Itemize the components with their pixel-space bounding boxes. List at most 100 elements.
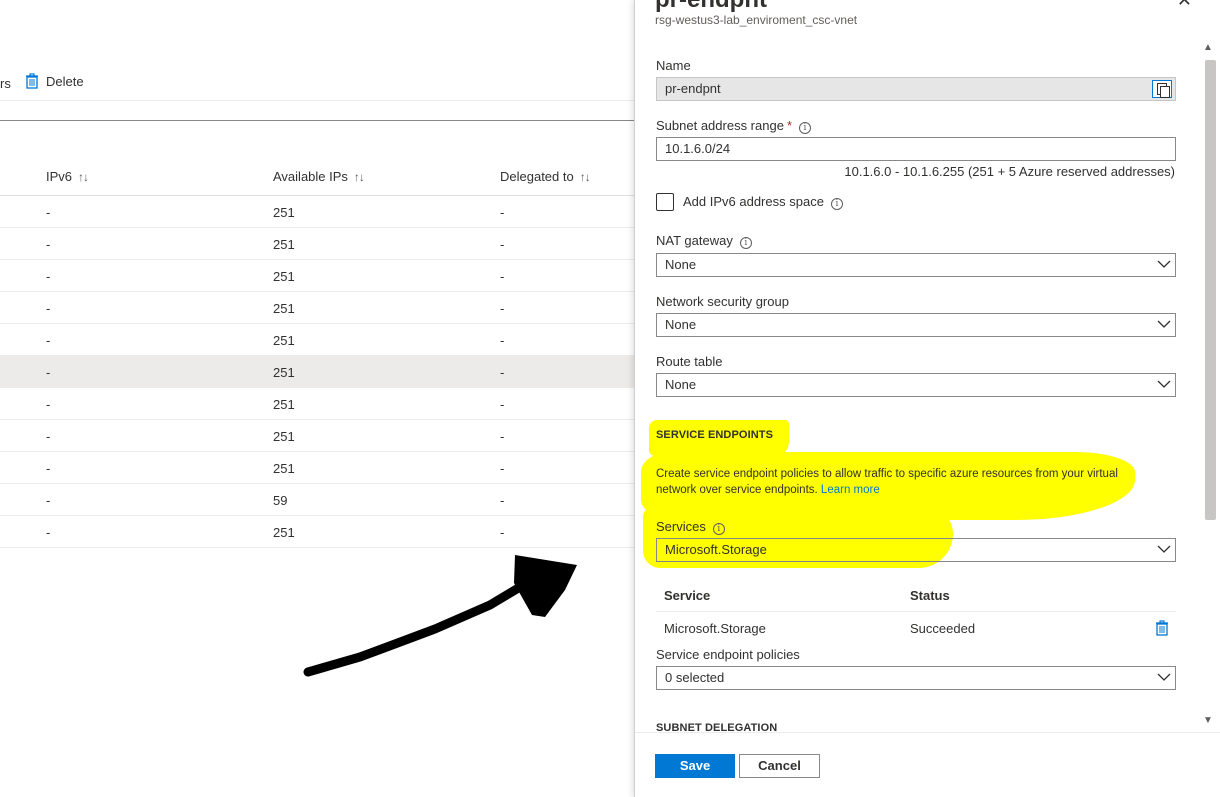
cell-delegated: -: [500, 301, 505, 316]
service-endpoints-heading: SERVICE ENDPOINTS: [656, 429, 774, 441]
delete-button-label: Delete: [46, 73, 84, 89]
table-row[interactable]: - 59 -: [0, 484, 634, 516]
table-row[interactable]: - 251 -: [0, 324, 634, 356]
cell-delegated: -: [500, 429, 505, 444]
vertical-scrollbar[interactable]: ▲ ▼: [1200, 38, 1220, 730]
info-icon[interactable]: i: [830, 198, 843, 210]
cell-ipv6: -: [46, 333, 51, 348]
cell-available: 251: [273, 461, 295, 476]
subnet-range-hint: 10.1.6.0 - 10.1.6.255 (251 + 5 Azure res…: [844, 164, 1175, 179]
table-row[interactable]: - 251 -: [0, 388, 634, 420]
cell-ipv6: -: [46, 493, 51, 508]
toolbar-partial-label[interactable]: rs: [0, 76, 11, 91]
cell-delegated: -: [500, 269, 505, 284]
route-table-label: Route table: [656, 354, 723, 369]
table-row[interactable]: - 251 -: [0, 196, 634, 228]
filter-input[interactable]: [0, 120, 634, 121]
subnet-range-input[interactable]: 10.1.6.0/24: [656, 137, 1176, 161]
cell-ipv6: -: [46, 365, 51, 380]
name-label: Name: [656, 58, 691, 73]
services-table: Service Status Microsoft.Storage Succeed…: [656, 580, 1176, 645]
trash-icon[interactable]: [1155, 620, 1169, 636]
cell-available: 251: [273, 365, 295, 380]
table-row[interactable]: - 251 -: [0, 260, 634, 292]
divider: [0, 100, 634, 101]
cell-delegated: -: [500, 365, 505, 380]
nsg-dropdown[interactable]: None: [656, 313, 1176, 337]
cell-ipv6: -: [46, 461, 51, 476]
services-table-header: Service Status: [656, 580, 1176, 612]
cell-ipv6: -: [46, 205, 51, 220]
table-row[interactable]: - 251 -: [0, 356, 634, 388]
table-row[interactable]: - 251 -: [0, 516, 634, 548]
chevron-down-icon: [1157, 670, 1171, 681]
edit-subnet-blade: pr-endpnt rsg-westus3-lab_enviroment_csc…: [634, 0, 1220, 797]
blade-footer: Save Cancel: [635, 732, 1220, 797]
cancel-button[interactable]: Cancel: [739, 754, 820, 778]
blade-title: pr-endpnt: [655, 0, 767, 14]
ipv6-checkbox[interactable]: [656, 193, 674, 211]
column-header-available-ips[interactable]: Available IPs ↑↓: [273, 169, 365, 184]
cell-delegated: -: [500, 525, 505, 540]
table-row[interactable]: - 251 -: [0, 228, 634, 260]
table-row[interactable]: - 251 -: [0, 292, 634, 324]
service-endpoint-policies-dropdown[interactable]: 0 selected: [656, 666, 1176, 690]
cell-available: 251: [273, 301, 295, 316]
nat-gateway-dropdown[interactable]: None: [656, 253, 1176, 277]
services-dropdown[interactable]: Microsoft.Storage: [656, 538, 1176, 562]
subnet-range-label: Subnet address range * i: [656, 118, 811, 134]
cell-delegated: -: [500, 333, 505, 348]
column-header-delegated-to[interactable]: Delegated to ↑↓: [500, 169, 591, 184]
cell-available: 251: [273, 333, 295, 348]
nsg-label: Network security group: [656, 294, 789, 309]
service-status: Succeeded: [910, 621, 976, 636]
info-icon[interactable]: i: [799, 122, 811, 134]
cell-available: 251: [273, 397, 295, 412]
info-icon[interactable]: i: [739, 237, 752, 249]
chevron-down-icon: [1157, 317, 1171, 328]
cell-available: 251: [273, 205, 295, 220]
info-icon[interactable]: i: [712, 523, 725, 535]
column-header-status: Status: [910, 588, 950, 603]
table-row[interactable]: - 251 -: [0, 420, 634, 452]
delete-button[interactable]: Delete: [25, 73, 84, 89]
close-icon[interactable]: ✕: [1177, 0, 1192, 11]
cell-delegated: -: [500, 493, 505, 508]
cell-available: 251: [273, 525, 295, 540]
sort-icon: ↑↓: [78, 170, 89, 184]
service-endpoint-policies-label: Service endpoint policies: [656, 647, 800, 662]
nat-gateway-label: NAT gateway i: [656, 233, 752, 249]
cell-delegated: -: [500, 461, 505, 476]
cell-available: 251: [273, 237, 295, 252]
scrollbar-thumb[interactable]: [1205, 60, 1216, 520]
sort-icon: ↑↓: [353, 170, 365, 184]
chevron-down-icon: [1157, 542, 1171, 553]
cell-available: 59: [273, 493, 288, 508]
scroll-down-icon[interactable]: ▼: [1203, 715, 1213, 726]
route-table-dropdown[interactable]: None: [656, 373, 1176, 397]
cell-ipv6: -: [46, 397, 51, 412]
cell-delegated: -: [500, 205, 505, 220]
service-endpoints-description: Create service endpoint policies to allo…: [656, 468, 1118, 496]
ipv6-label: Add IPv6 address space i: [683, 194, 843, 210]
cell-ipv6: -: [46, 269, 51, 284]
save-button[interactable]: Save: [655, 754, 735, 778]
cell-ipv6: -: [46, 301, 51, 316]
cell-available: 251: [273, 269, 295, 284]
cell-ipv6: -: [46, 429, 51, 444]
cell-ipv6: -: [46, 237, 51, 252]
cell-delegated: -: [500, 397, 505, 412]
copy-icon[interactable]: [1152, 80, 1172, 98]
learn-more-link[interactable]: Learn more: [821, 484, 880, 496]
service-name: Microsoft.Storage: [664, 621, 766, 636]
chevron-down-icon: [1157, 377, 1171, 388]
table-header: IPv6 ↑↓ Available IPs ↑↓ Delegated to ↑↓: [0, 160, 634, 196]
column-header-service: Service: [664, 588, 711, 603]
column-header-ipv6[interactable]: IPv6 ↑↓: [46, 169, 89, 184]
chevron-down-icon: [1157, 257, 1171, 268]
cell-delegated: -: [500, 237, 505, 252]
cell-available: 251: [273, 429, 295, 444]
scroll-up-icon[interactable]: ▲: [1203, 42, 1213, 53]
cell-ipv6: -: [46, 525, 51, 540]
table-row[interactable]: - 251 -: [0, 452, 634, 484]
